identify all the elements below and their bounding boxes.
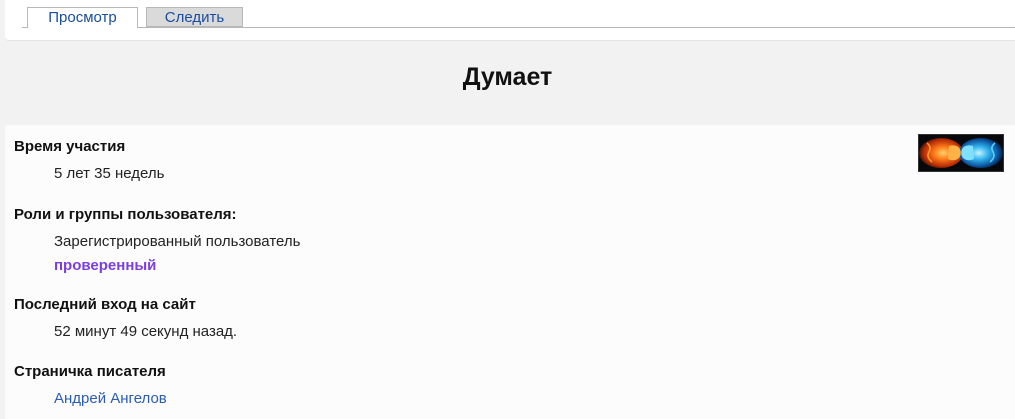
role-verified: проверенный	[54, 257, 157, 274]
page-title: Думает	[462, 63, 553, 91]
writer-page-link[interactable]: Андрей Ангелов	[54, 389, 167, 409]
tab-view[interactable]: Просмотр	[27, 7, 138, 28]
avatar	[918, 134, 1004, 172]
writer-page-label: Страничка писателя	[14, 363, 166, 380]
tabs-bar: Просмотр Следить	[5, 0, 1015, 40]
roles-label: Роли и группы пользователя:	[14, 206, 237, 223]
fire-water-fists-icon	[919, 135, 1003, 171]
membership-label: Время участия	[14, 138, 126, 155]
last-login-label: Последний вход на сайт	[14, 296, 196, 313]
tab-follow[interactable]: Следить	[146, 7, 243, 27]
last-login-value: 52 минут 49 секунд назад.	[54, 323, 238, 340]
role-registered: Зарегистрированный пользователь	[54, 233, 301, 250]
membership-value: 5 лет 35 недель	[54, 165, 165, 182]
